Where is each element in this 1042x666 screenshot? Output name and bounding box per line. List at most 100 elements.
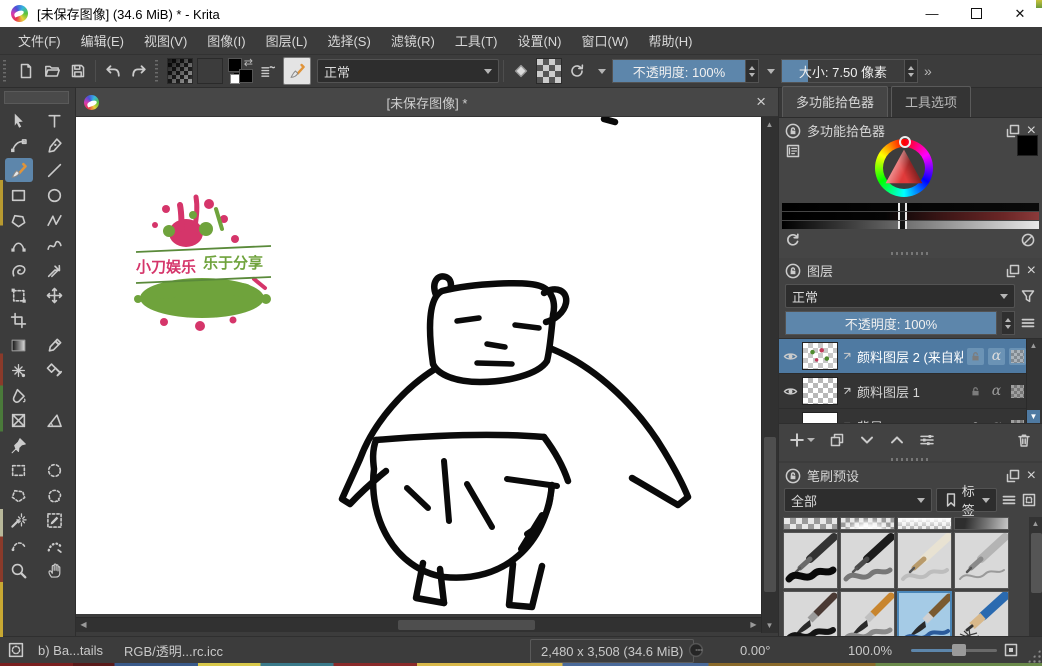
move-layer-up-button[interactable] bbox=[889, 432, 905, 448]
opacity-options-dropdown[interactable] bbox=[759, 59, 775, 83]
layer-thumbnail[interactable] bbox=[802, 342, 838, 370]
layer-menu-icon[interactable] bbox=[1020, 315, 1036, 331]
layer-lock-icon[interactable] bbox=[967, 383, 984, 400]
layer-lock-icon[interactable] bbox=[967, 348, 984, 365]
layer-scrollbar[interactable]: ▲ ▼ bbox=[1026, 339, 1042, 423]
layer-visibility-icon[interactable] bbox=[783, 349, 798, 364]
menu-item-9[interactable]: 设置(N) bbox=[507, 27, 571, 54]
dynamic-brush-tool[interactable] bbox=[5, 258, 33, 282]
move-layer-down-button[interactable] bbox=[859, 432, 875, 448]
presets-view-mode-icon[interactable] bbox=[1021, 492, 1037, 508]
dock-tab-2[interactable]: 工具选项 bbox=[891, 86, 971, 117]
layer-inherit-alpha-icon[interactable] bbox=[1009, 418, 1026, 425]
opacity-spinner[interactable] bbox=[746, 59, 759, 83]
redo-button[interactable] bbox=[126, 58, 152, 84]
layer-inherit-alpha-icon[interactable] bbox=[1009, 348, 1026, 365]
freehand-path-tool[interactable] bbox=[41, 233, 69, 257]
ivory-pen-preset[interactable] bbox=[897, 532, 952, 589]
layer-alpha-lock-icon[interactable]: α bbox=[988, 348, 1005, 365]
select-shapes-tool[interactable] bbox=[5, 108, 33, 132]
calligraphy-tool[interactable] bbox=[41, 133, 69, 157]
canvas-surface[interactable]: 小刀娱乐 乐于分享 bbox=[76, 117, 761, 614]
menu-item-10[interactable]: 窗口(W) bbox=[572, 27, 639, 54]
selection-display-mode-button[interactable] bbox=[8, 637, 24, 663]
smudge-preset[interactable] bbox=[954, 517, 1009, 530]
zoom-slider[interactable] bbox=[911, 637, 997, 663]
pan-tool[interactable] bbox=[41, 558, 69, 582]
foreground-background-colors[interactable]: ⇄ bbox=[227, 58, 253, 84]
scroll-right-icon[interactable]: ▶ bbox=[747, 618, 760, 631]
blending-mode-dropdown[interactable]: 正常 bbox=[317, 59, 499, 83]
crop-tool[interactable] bbox=[5, 308, 33, 332]
zoom-slider-track[interactable] bbox=[911, 649, 997, 652]
scroll-left-icon[interactable]: ◀ bbox=[77, 618, 90, 631]
canvas-only-mode-button[interactable] bbox=[1003, 637, 1019, 663]
eraser-mode-button[interactable] bbox=[508, 58, 534, 84]
selector-settings-icon[interactable] bbox=[785, 143, 801, 159]
layer-thumbnail[interactable] bbox=[802, 412, 838, 424]
layer-filter-icon[interactable] bbox=[1020, 288, 1036, 304]
brush-size-slider[interactable]: 大小: 7.50 像素 bbox=[781, 59, 905, 83]
dock-splitter[interactable] bbox=[891, 252, 931, 255]
eraser-preset[interactable] bbox=[783, 517, 838, 530]
current-brush-preset-button[interactable] bbox=[283, 57, 311, 85]
new-document-button[interactable] bbox=[13, 58, 39, 84]
open-document-button[interactable] bbox=[39, 58, 65, 84]
bar-handle[interactable] bbox=[898, 212, 907, 220]
value-bar-1[interactable] bbox=[782, 203, 1039, 211]
bezier-curve-tool[interactable] bbox=[5, 233, 33, 257]
menu-item-6[interactable]: 选择(S) bbox=[317, 27, 380, 54]
multibrush-tool[interactable] bbox=[41, 258, 69, 282]
layer-name[interactable]: 颜料图层 2 (来自粘贴) bbox=[857, 347, 963, 366]
brush-size-spinner[interactable] bbox=[905, 59, 918, 83]
toolbar-grip[interactable] bbox=[155, 60, 162, 82]
bar-handle[interactable] bbox=[898, 203, 907, 211]
menu-item-7[interactable]: 滤镜(R) bbox=[381, 27, 445, 54]
preset-filter-dropdown[interactable]: 全部 bbox=[784, 488, 932, 512]
close-panel-icon[interactable]: × bbox=[1027, 467, 1036, 485]
layer-name[interactable]: 背景 bbox=[857, 417, 963, 425]
float-panel-icon[interactable] bbox=[1005, 468, 1021, 484]
bar-handle[interactable] bbox=[898, 221, 907, 229]
horizontal-scroll-thumb[interactable] bbox=[398, 620, 535, 630]
layer-thumbnail[interactable] bbox=[802, 377, 838, 405]
minimize-button[interactable]: — bbox=[910, 0, 954, 27]
add-layer-button[interactable] bbox=[789, 432, 815, 448]
line-tool[interactable] bbox=[41, 158, 69, 182]
lock-panel-icon[interactable] bbox=[785, 468, 801, 484]
hue-ring[interactable] bbox=[875, 139, 933, 197]
no-color-icon[interactable] bbox=[1020, 232, 1036, 248]
toolbar-overflow-button[interactable]: » bbox=[924, 63, 930, 79]
reference-images-tool[interactable] bbox=[5, 433, 33, 457]
lock-panel-icon[interactable] bbox=[785, 263, 801, 279]
menu-item-8[interactable]: 工具(T) bbox=[445, 27, 508, 54]
opacity-slider[interactable]: 不透明度: 100% bbox=[612, 59, 746, 83]
layer-row[interactable]: 背景α bbox=[779, 409, 1042, 424]
canvas-horizontal-scrollbar[interactable]: ◀ ▶ bbox=[76, 617, 761, 632]
toolbox-header[interactable] bbox=[4, 91, 69, 104]
presets-scrollbar[interactable]: ▲ ▼ bbox=[1029, 517, 1042, 648]
brush-preset-list-button[interactable] bbox=[255, 58, 281, 84]
hue-marker[interactable] bbox=[899, 136, 911, 148]
elliptical-selection-tool[interactable] bbox=[41, 458, 69, 482]
current-color-swatch[interactable] bbox=[1017, 135, 1038, 156]
menu-item-11[interactable]: 帮助(H) bbox=[638, 27, 702, 54]
reload-options-dropdown[interactable] bbox=[590, 59, 606, 83]
marker-pen-preset[interactable] bbox=[840, 532, 895, 589]
color-profile-label[interactable]: RGB/透明...rc.icc bbox=[124, 637, 223, 663]
layer-row[interactable]: 颜料图层 2 (来自粘贴) α bbox=[779, 339, 1042, 374]
layer-alpha-lock-icon[interactable]: α bbox=[988, 383, 1005, 400]
gradient-chooser[interactable] bbox=[167, 58, 193, 84]
polygon-tool[interactable] bbox=[5, 208, 33, 232]
menu-item-5[interactable]: 图层(L) bbox=[256, 27, 318, 54]
lock-panel-icon[interactable] bbox=[785, 123, 801, 139]
scroll-down-icon[interactable]: ▼ bbox=[763, 619, 776, 632]
value-bar-2[interactable] bbox=[782, 212, 1039, 220]
presets-menu-icon[interactable] bbox=[1001, 492, 1017, 508]
reload-brush-button[interactable] bbox=[564, 58, 590, 84]
presets-scroll-thumb[interactable] bbox=[1031, 533, 1042, 593]
duplicate-layer-button[interactable] bbox=[829, 432, 845, 448]
fill-tool[interactable] bbox=[5, 383, 33, 407]
layer-visibility-icon[interactable] bbox=[783, 419, 798, 425]
layer-row[interactable]: 颜料图层 1α bbox=[779, 374, 1042, 409]
